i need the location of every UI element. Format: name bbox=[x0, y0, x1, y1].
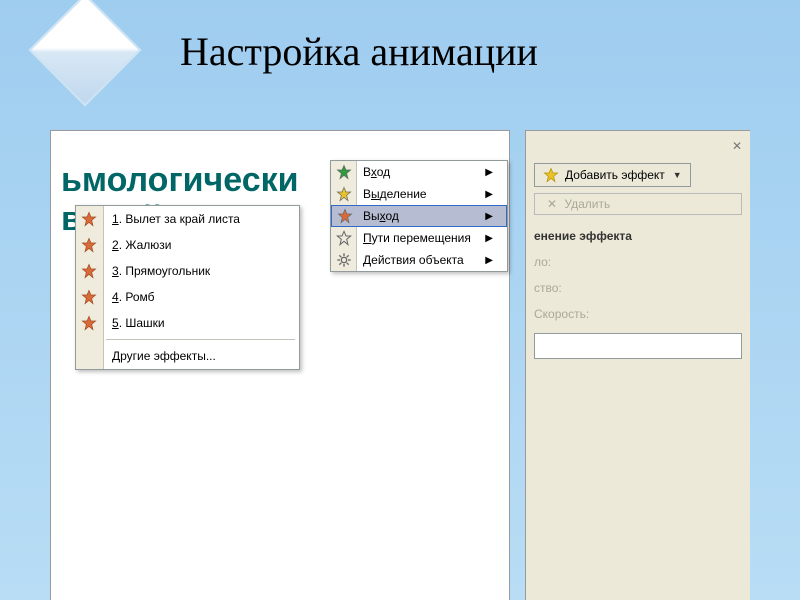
effect-category-menu: Вход▶Выделение▶Выход▶Пути перемещения▶Де… bbox=[330, 160, 508, 272]
submenu-arrow-icon: ▶ bbox=[485, 211, 493, 222]
bullet-diamond bbox=[28, 0, 141, 107]
menu-item-label: Вход bbox=[363, 165, 390, 179]
star-icon bbox=[336, 207, 354, 225]
effect-submenu: 1. Вылет за край листа 2. Жалюзи 3. Прямоу… bbox=[75, 205, 300, 370]
submenu-more-effects[interactable]: Другие эффекты... bbox=[76, 343, 299, 369]
menu-item-label: Выход bbox=[363, 209, 399, 223]
submenu-item-label: Другие эффекты... bbox=[112, 349, 216, 363]
effect-star-icon bbox=[543, 167, 559, 183]
exit-star-icon bbox=[81, 211, 97, 227]
remove-label: Удалить bbox=[564, 197, 610, 211]
field-property: ство: bbox=[534, 281, 742, 295]
submenu-item-label: 3. Прямоугольник bbox=[112, 264, 210, 278]
exit-star-icon bbox=[81, 263, 97, 279]
screenshot-area: ьмологически ваний ✕ Добавить эффект ▼ ✕… bbox=[50, 130, 750, 600]
submenu-item-label: 2. Жалюзи bbox=[112, 238, 171, 252]
star-icon bbox=[335, 185, 353, 203]
menu-item-выделение[interactable]: Выделение ▶ bbox=[331, 183, 507, 205]
submenu-item-label: 4. Ромб bbox=[112, 290, 155, 304]
submenu-item[interactable]: 5. Шашки bbox=[76, 310, 299, 336]
animation-task-pane: ✕ Добавить эффект ▼ ✕ Удалить енение эфф… bbox=[525, 130, 750, 600]
submenu-item[interactable]: 4. Ромб bbox=[76, 284, 299, 310]
star-icon bbox=[335, 251, 353, 269]
add-effect-label: Добавить эффект bbox=[565, 168, 665, 182]
star-icon bbox=[335, 229, 353, 247]
dropdown-arrow-icon: ▼ bbox=[673, 170, 682, 180]
change-effect-section: енение эффекта bbox=[534, 229, 742, 243]
submenu-arrow-icon: ▶ bbox=[485, 255, 493, 266]
tool-chevron-icon: ✕ bbox=[547, 197, 557, 211]
exit-star-icon bbox=[81, 315, 97, 331]
submenu-item[interactable]: 2. Жалюзи bbox=[76, 232, 299, 258]
menu-item-действия-объекта[interactable]: Действия объекта ▶ bbox=[331, 249, 507, 271]
submenu-item[interactable]: 1. Вылет за край листа bbox=[76, 206, 299, 232]
speed-dropdown[interactable] bbox=[534, 333, 742, 359]
menu-item-выход[interactable]: Выход ▶ bbox=[331, 205, 507, 227]
star-icon bbox=[335, 163, 353, 181]
page-title: Настройка анимации bbox=[180, 28, 538, 75]
field-speed: Скорость: bbox=[534, 307, 742, 321]
add-effect-button[interactable]: Добавить эффект ▼ bbox=[534, 163, 691, 187]
menu-separator bbox=[106, 339, 295, 340]
submenu-arrow-icon: ▶ bbox=[485, 167, 493, 178]
submenu-arrow-icon: ▶ bbox=[485, 233, 493, 244]
pane-header: ✕ bbox=[534, 137, 742, 155]
slide-text-line: ьмологически bbox=[61, 161, 299, 200]
menu-item-вход[interactable]: Вход ▶ bbox=[331, 161, 507, 183]
remove-button[interactable]: ✕ Удалить bbox=[534, 193, 742, 215]
exit-star-icon bbox=[81, 237, 97, 253]
field-start: ло: bbox=[534, 255, 742, 269]
exit-star-icon bbox=[81, 289, 97, 305]
menu-item-label: Выделение bbox=[363, 187, 427, 201]
submenu-item[interactable]: 3. Прямоугольник bbox=[76, 258, 299, 284]
submenu-item-label: 5. Шашки bbox=[112, 316, 165, 330]
close-icon[interactable]: ✕ bbox=[732, 139, 742, 153]
menu-item-label: Пути перемещения bbox=[363, 231, 471, 245]
submenu-item-label: 1. Вылет за край листа bbox=[112, 212, 240, 226]
submenu-arrow-icon: ▶ bbox=[485, 189, 493, 200]
menu-item-пути-перемещения[interactable]: Пути перемещения ▶ bbox=[331, 227, 507, 249]
menu-item-label: Действия объекта bbox=[363, 253, 464, 267]
